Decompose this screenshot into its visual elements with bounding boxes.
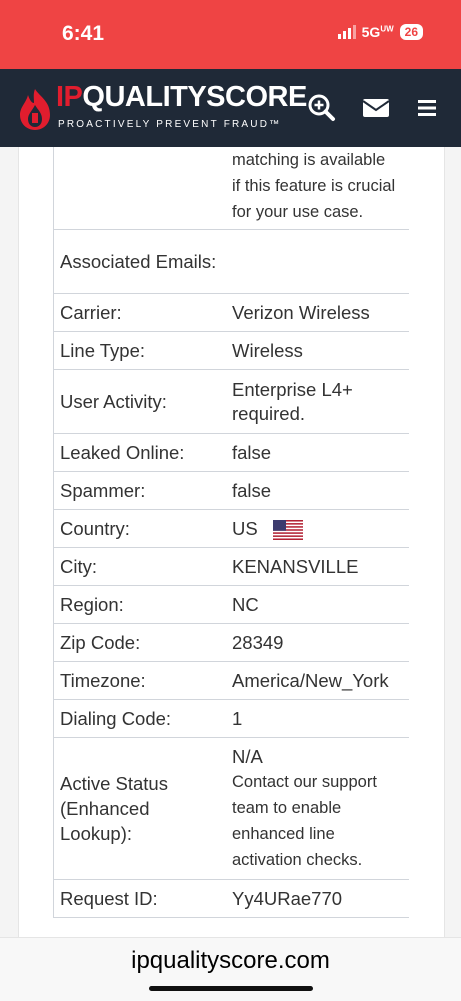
search-plus-icon[interactable] [307, 93, 337, 123]
row-label-line-type: Line Type: [53, 331, 230, 370]
row-label-active-status: Active Status (Enhanced Lookup): [53, 737, 230, 880]
row-label-region: Region: [53, 585, 230, 624]
row-value-zip-code: 28349 [230, 623, 409, 662]
brand-tagline: PROACTIVELY PREVENT FRAUD™ [58, 119, 282, 130]
table-row: Zip Code: 28349 [53, 623, 409, 662]
brand-title[interactable]: IPQUALITYSCORE [56, 81, 307, 114]
row-value-leaked-online: false [230, 433, 409, 472]
status-indicators: 5GUW 26 [337, 24, 423, 40]
row-label-country: Country: [53, 509, 230, 548]
country-code: US [232, 517, 258, 539]
active-status-note: Contact our support team to enable enhan… [232, 772, 377, 869]
table-row: Country: US [53, 509, 409, 548]
row-label-dialing-code: Dialing Code: [53, 699, 230, 738]
signal-icon [337, 25, 356, 39]
table-row: Line Type: Wireless [53, 331, 409, 370]
lookup-details-table: matching is available if this feature is… [53, 147, 409, 918]
table-row: Leaked Online: false [53, 433, 409, 472]
row-label-associated-emails: Associated Emails: [53, 229, 230, 294]
app-header: IPQUALITYSCORE PROACTIVELY PREVENT FRAUD… [0, 69, 461, 147]
table-row: Request ID: Yy4URae770 [53, 879, 409, 918]
table-row: Carrier: Verizon Wireless [53, 293, 409, 332]
status-time: 6:41 [62, 22, 105, 45]
row-value-spammer: false [230, 471, 409, 510]
row-value-user-activity: Enterprise L4+ required. [230, 369, 409, 434]
row-value-line-type: Wireless [230, 331, 409, 370]
row-value-city: KENANSVILLE [230, 547, 409, 586]
partial-note-line: if this feature is crucial [232, 177, 396, 195]
us-flag-icon [272, 519, 303, 540]
row-label-leaked-online: Leaked Online: [53, 433, 230, 472]
table-row: Active Status (Enhanced Lookup): N/A Con… [53, 737, 409, 880]
url-text[interactable]: ipqualityscore.com [0, 947, 461, 975]
table-row: Dialing Code: 1 [53, 699, 409, 738]
row-value-timezone: America/New_York [230, 661, 409, 700]
table-row: matching is available if this feature is… [53, 147, 409, 230]
row-label-zip-code: Zip Code: [53, 623, 230, 662]
browser-url-bar: ipqualityscore.com [0, 937, 461, 1001]
menu-icon[interactable] [413, 93, 443, 123]
row-value-country: US [230, 509, 409, 548]
row-label-timezone: Timezone: [53, 661, 230, 700]
battery-badge: 26 [399, 24, 423, 40]
row-label-user-activity: User Activity: [53, 369, 230, 434]
table-row: Timezone: America/New_York [53, 661, 409, 700]
row-label-request-id: Request ID: [53, 879, 230, 918]
row-value-request-id: Yy4URae770 [230, 879, 409, 918]
row-label-city: City: [53, 547, 230, 586]
row-value-region: NC [230, 585, 409, 624]
table-row: User Activity: Enterprise L4+ required. [53, 369, 409, 434]
row-value-carrier: Verizon Wireless [230, 293, 409, 332]
partial-note-line: for your use case. [232, 203, 364, 221]
active-status-value: N/A [232, 745, 263, 767]
network-label: 5GUW [361, 24, 394, 40]
table-row: Associated Emails: [53, 229, 409, 294]
home-indicator[interactable] [149, 986, 313, 991]
row-value-dialing-code: 1 [230, 699, 409, 738]
mail-icon[interactable] [361, 93, 391, 123]
table-row: City: KENANSVILLE [53, 547, 409, 586]
row-label-carrier: Carrier: [53, 293, 230, 332]
table-row: Region: NC [53, 585, 409, 624]
partial-note-line: matching is available [232, 151, 386, 169]
row-label-spammer: Spammer: [53, 471, 230, 510]
table-row: Spammer: false [53, 471, 409, 510]
flame-logo-icon[interactable] [16, 87, 54, 131]
row-label [53, 147, 230, 230]
row-value: matching is available if this feature is… [230, 147, 409, 230]
row-value-active-status: N/A Contact our support team to enable e… [230, 737, 409, 880]
status-bar: 6:41 5GUW 26 [0, 0, 461, 69]
row-value-associated-emails [230, 229, 409, 294]
